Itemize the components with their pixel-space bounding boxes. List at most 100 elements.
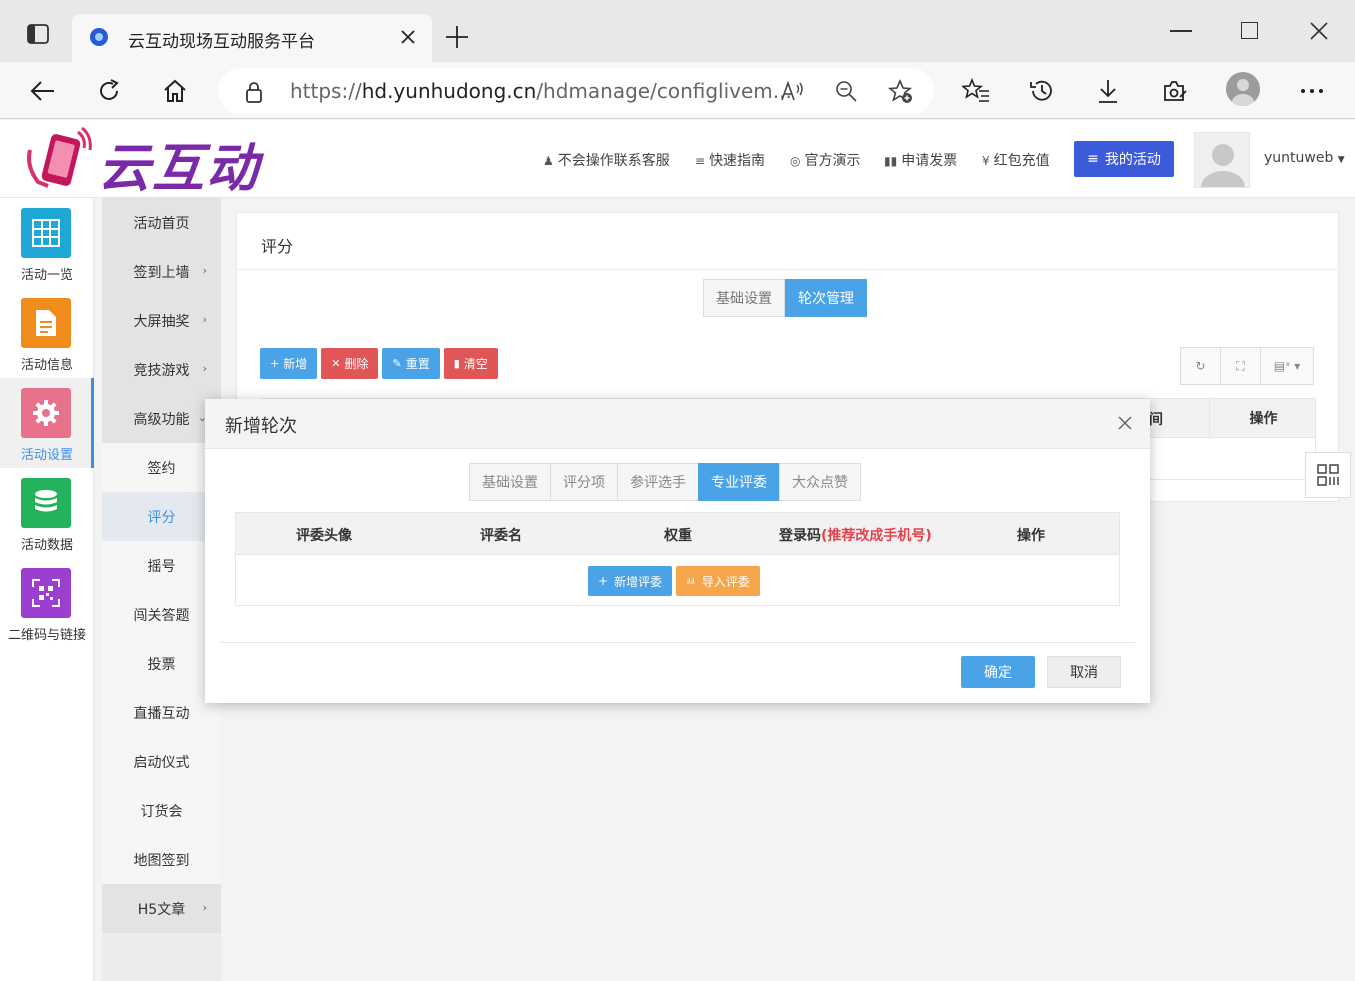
back-icon[interactable] [28,76,58,106]
menu-item-order-meeting[interactable]: 订货会 [102,786,221,835]
close-icon[interactable] [1116,414,1134,432]
database-icon [21,478,71,528]
fullscreen-icon[interactable]: ⛶ [1221,348,1261,384]
download-icon[interactable] [1093,76,1123,106]
profile-avatar-icon[interactable] [1226,72,1260,106]
sidebar-item-activity-list[interactable]: 活动一览 [0,198,94,288]
sidebar-item-activity-data[interactable]: 活动数据 [0,468,94,558]
zoom-out-icon[interactable] [834,79,858,103]
qrcode-icon [21,568,71,618]
divider [237,269,1338,270]
confirm-button[interactable]: 确定 [961,656,1035,688]
eraser-icon: ✎ [392,357,402,370]
menu-item-lottery[interactable]: 大屏抽奖 › [102,296,221,345]
history-icon[interactable] [1027,76,1057,106]
modal-divider [220,642,1135,643]
more-options-icon[interactable] [1297,76,1327,106]
tab-round-management[interactable]: 轮次管理 [785,279,867,317]
url-text[interactable]: https://hd.yunhudong.cn/hdmanage/configl… [290,79,792,103]
column-header-weight: 权重 [664,528,692,544]
reset-button[interactable]: ✎ 重置 [382,348,440,379]
secondary-menu: 活动首页 签到上墙 › 大屏抽奖 › 竞技游戏 › 高级功能 ⌄ 签约 评分 摇号 闯关… [102,198,221,981]
add-button[interactable]: + 新增 [260,348,318,379]
menu-item-live[interactable]: 直播互动 [102,688,221,737]
refresh-icon[interactable] [94,76,124,106]
extensions-icon[interactable] [1159,76,1189,106]
menu-item-vote[interactable]: 投票 [102,639,221,688]
lock-icon[interactable] [244,81,264,103]
menu-item-quiz[interactable]: 闯关答题 [102,590,221,639]
qrcode-float-icon[interactable] [1305,452,1351,498]
logo-text[interactable]: 云互动 [98,126,260,201]
link-invoice[interactable]: ▮▮ 申请发票 [884,150,957,170]
tab-public-likes[interactable]: 大众点赞 [779,463,861,501]
chevron-right-icon: › [202,362,207,375]
column-header-avatar: 评委头像 [296,528,352,544]
site-header: 云互动 ♟ 不会操作联系客服 ≡ 快速指南 ◎ 官方演示 ▮▮ 申请发票 ¥ 红包充值 ≡… [0,120,1355,201]
list-icon: ≡ [1087,151,1099,167]
link-recharge[interactable]: ¥ 红包充值 [982,150,1050,170]
menu-item-advanced[interactable]: 高级功能 ⌄ [102,394,221,443]
cancel-button[interactable]: 取消 [1047,656,1121,688]
tab-contestants[interactable]: 参评选手 [617,463,699,501]
chevron-right-icon: › [202,264,207,277]
username-dropdown[interactable]: yuntuweb ▼ [1264,150,1345,166]
menu-item-contract[interactable]: 签约 [102,443,221,492]
trash-icon: ▮ [453,357,460,370]
browser-tab[interactable]: 云互动现场互动服务平台 [72,14,432,62]
gear-icon [21,388,71,438]
add-favorite-icon[interactable] [887,78,913,103]
column-header-time: 间 [1149,412,1163,428]
tab-basic-settings[interactable]: 基础设置 [469,463,551,501]
menu-item-scoring[interactable]: 评分 [102,492,221,541]
delete-button[interactable]: ✕ 删除 [321,348,379,379]
maximize-icon[interactable] [1241,22,1258,39]
import-judge-button[interactable]: ⎂ 导入评委 [676,566,760,596]
tab-score-items[interactable]: 评分项 [550,463,618,501]
import-icon: ⎂ [686,573,696,588]
judges-table-header: 评委头像 评委名 权重 登录码(推荐改成手机号) 操作 [236,513,1119,555]
sidebar-item-qrcode-links[interactable]: 二维码与链接 [0,558,94,648]
tab-professional-judges[interactable]: 专业评委 [698,463,780,501]
sidebar-item-activity-settings[interactable]: 活动设置 [0,378,94,468]
sidebar-item-activity-info[interactable]: 活动信息 [0,288,94,378]
close-icon: ✕ [331,357,341,370]
new-tab-icon[interactable] [444,24,470,50]
user-avatar[interactable] [1194,132,1250,188]
chevron-right-icon: › [202,313,207,326]
minimize-icon[interactable] [1170,30,1192,32]
menu-item-h5-article[interactable]: H5文章 › [102,884,221,933]
link-contact-support[interactable]: ♟ 不会操作联系客服 [543,150,670,170]
ticket-icon: ▮▮ [884,154,898,168]
yen-icon: ¥ [982,154,990,168]
window-close-icon[interactable] [1308,20,1330,42]
clear-button[interactable]: ▮ 清空 [443,348,498,379]
tab-actions-icon[interactable] [26,22,50,46]
judges-actions: + 新增评委 ⎂ 导入评委 [588,566,760,596]
menu-item-draw-number[interactable]: 摇号 [102,541,221,590]
home-icon[interactable] [160,76,190,106]
link-official-demo[interactable]: ◎ 官方演示 [790,150,860,170]
columns-toggle-icon[interactable]: ▤ˣ ▾ [1261,348,1313,384]
site-favicon-icon [88,26,110,48]
person-icon: ♟ [543,154,554,168]
menu-item-ceremony[interactable]: 启动仪式 [102,737,221,786]
my-activity-button[interactable]: ≡ 我的活动 [1074,141,1174,177]
list-icon: ≡ [695,154,706,168]
chevron-right-icon: › [202,901,207,914]
tab-basic-settings[interactable]: 基础设置 [703,279,785,317]
close-tab-icon[interactable] [398,27,418,47]
refresh-table-icon[interactable]: ↻ [1181,348,1221,384]
address-bar[interactable]: https://hd.yunhudong.cn/hdmanage/configl… [218,68,934,114]
judges-table: 评委头像 评委名 权重 登录码(推荐改成手机号) 操作 + 新增评委 ⎂ 导入评委 [235,512,1120,606]
favorites-icon[interactable] [961,76,991,106]
link-quick-guide[interactable]: ≡ 快速指南 [695,150,765,170]
add-judge-button[interactable]: + 新增评委 [588,566,673,596]
menu-item-map-signin[interactable]: 地图签到 [102,835,221,884]
menu-item-games[interactable]: 竞技游戏 › [102,345,221,394]
play-icon: ◎ [790,154,801,168]
menu-item-home[interactable]: 活动首页 [102,198,221,247]
page-tabs: 基础设置 轮次管理 [703,279,867,317]
menu-item-signin-wall[interactable]: 签到上墙 › [102,247,221,296]
read-aloud-icon[interactable] [780,79,804,103]
